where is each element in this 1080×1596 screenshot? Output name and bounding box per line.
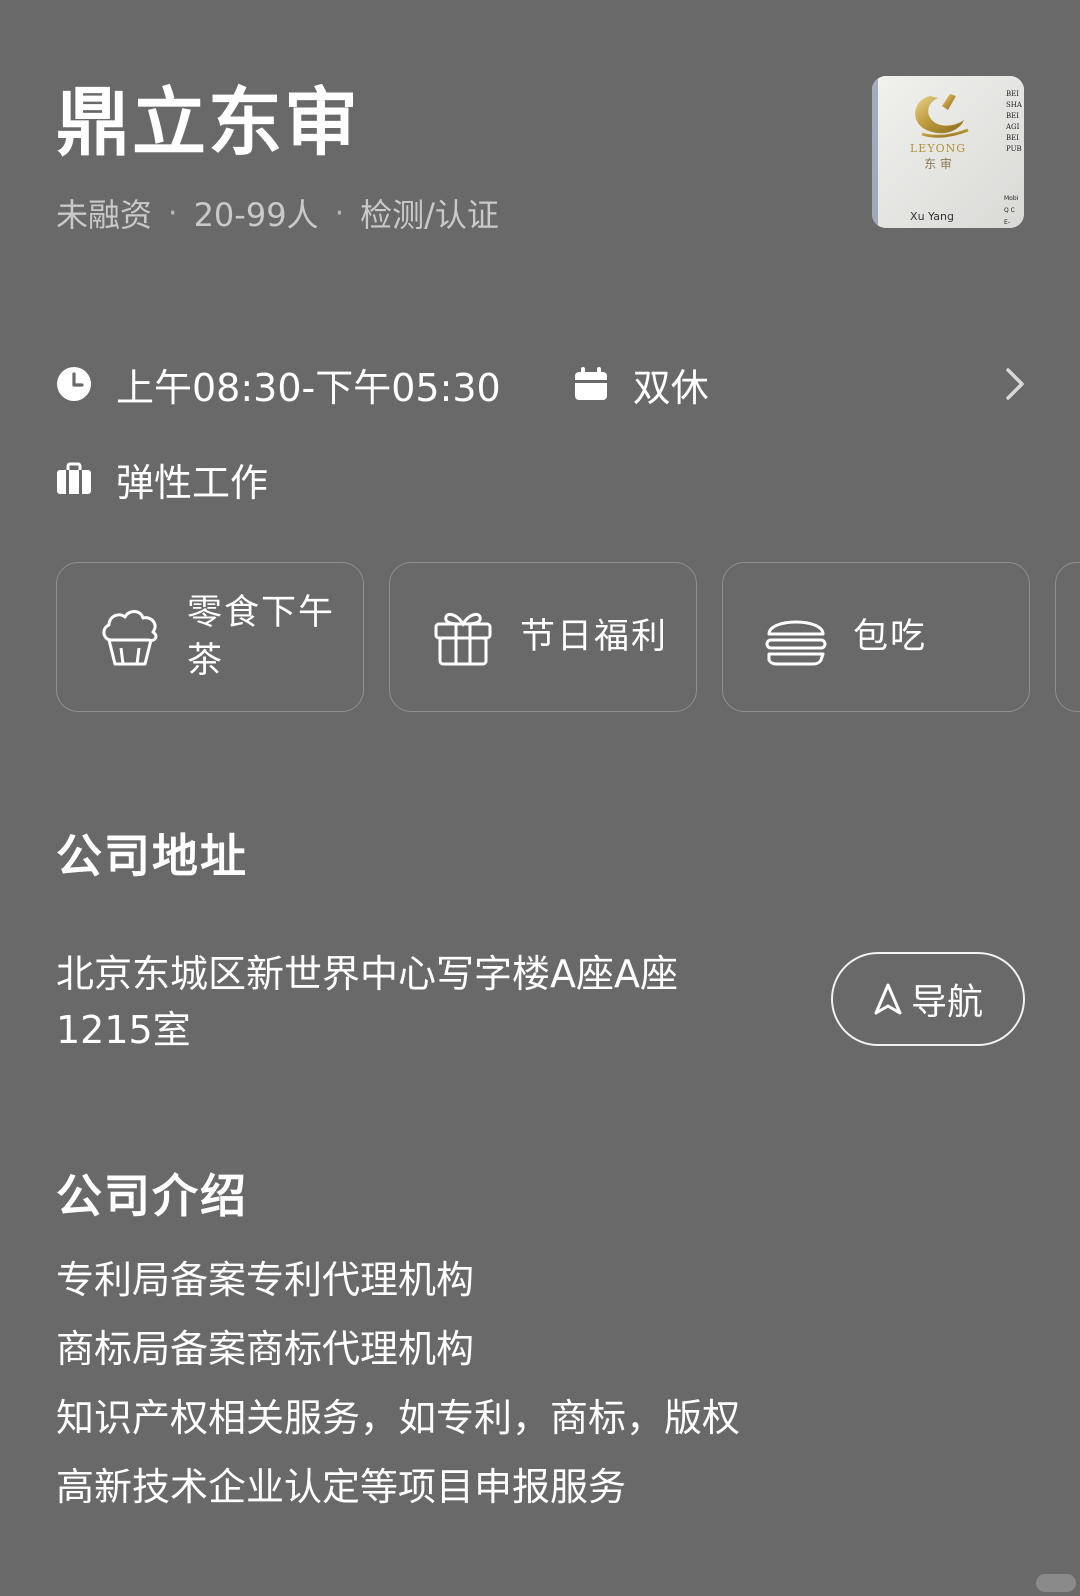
logo-side-line: AGI bbox=[1005, 123, 1020, 131]
work-mode-row: 弹性工作 bbox=[56, 455, 268, 505]
business-card-image: LEYONG 东 审 Xu Yang BEI SHA BEI AGI BEI P… bbox=[872, 76, 1024, 228]
rest-days: 双休 bbox=[573, 357, 709, 412]
intro-text: 专利局备案专利代理机构 商标局备案商标代理机构 知识产权相关服务，如专利，商标，… bbox=[56, 1246, 1016, 1522]
chevron-right-icon[interactable] bbox=[1000, 366, 1030, 402]
watermark-badge bbox=[1036, 1574, 1076, 1592]
address-text: 北京东城区新世界中心写字楼A座A座1215室 bbox=[56, 952, 678, 1052]
gift-icon bbox=[434, 613, 492, 666]
company-size: 20-99人 bbox=[193, 196, 319, 234]
logo-side-line: SHA bbox=[1006, 101, 1023, 109]
logo-brand-text: LEYONG bbox=[910, 142, 966, 155]
navigate-button[interactable]: 导航 bbox=[831, 952, 1025, 1046]
welfare-card-meals[interactable]: 包吃 bbox=[722, 562, 1030, 712]
logo-side-line: BEI bbox=[1006, 112, 1019, 120]
separator-dot: · bbox=[334, 195, 345, 231]
company-industry: 检测/认证 bbox=[360, 196, 499, 234]
financing-status: 未融资 bbox=[56, 196, 153, 234]
company-meta: 未融资 · 20-99人 · 检测/认证 bbox=[56, 190, 499, 236]
welfare-card-holiday[interactable]: 节日福利 bbox=[389, 562, 697, 712]
work-hours-row[interactable]: 上午08:30-下午05:30 双休 bbox=[56, 360, 709, 410]
logo-small-line: E- bbox=[1004, 219, 1010, 226]
welfare-label: 零食下午茶 bbox=[187, 593, 336, 681]
intro-line: 高新技术企业认定等项目申报服务 bbox=[56, 1465, 627, 1509]
rest-days-text: 双休 bbox=[632, 365, 709, 410]
briefcase-icon bbox=[57, 462, 91, 494]
logo-person-name: Xu Yang bbox=[910, 210, 954, 223]
welfare-label: 节日福利 bbox=[520, 617, 669, 657]
intro-section-title: 公司介绍 bbox=[56, 1169, 248, 1223]
clock-icon bbox=[57, 367, 91, 401]
welfare-card-next[interactable] bbox=[1055, 562, 1080, 712]
logo-side-line: BEI bbox=[1006, 90, 1019, 98]
logo-side-line: PUB bbox=[1006, 145, 1022, 153]
welfare-list[interactable]: 零食下午茶 节日福利 包吃 bbox=[56, 562, 1080, 714]
company-detail-page: 鼎立东审 未融资 · 20-99人 · 检测/认证 LEYONG 东 审 Xu … bbox=[0, 0, 1080, 1596]
logo-small-line: Mobi bbox=[1004, 195, 1019, 202]
navigate-button-label: 导航 bbox=[910, 982, 983, 1023]
address-section-title: 公司地址 bbox=[56, 829, 248, 883]
separator-dot: · bbox=[168, 195, 178, 231]
logo-cn-text: 东 审 bbox=[924, 156, 952, 171]
burger-icon bbox=[765, 620, 827, 666]
work-hours-text: 上午08:30-下午05:30 bbox=[116, 365, 501, 410]
welfare-label: 包吃 bbox=[853, 617, 928, 657]
company-name: 鼎立东审 bbox=[56, 80, 360, 166]
intro-line: 商标局备案商标代理机构 bbox=[56, 1327, 475, 1371]
intro-line: 专利局备案专利代理机构 bbox=[56, 1258, 475, 1302]
navigation-arrow-icon bbox=[874, 983, 902, 1015]
calendar-icon bbox=[574, 367, 607, 400]
work-mode-text: 弹性工作 bbox=[116, 460, 269, 505]
logo-small-line: Q C bbox=[1004, 207, 1015, 214]
logo-side-line: BEI bbox=[1006, 134, 1019, 142]
company-logo[interactable]: LEYONG 东 审 Xu Yang BEI SHA BEI AGI BEI P… bbox=[872, 76, 1024, 228]
intro-line: 知识产权相关服务，如专利，商标，版权 bbox=[56, 1396, 741, 1440]
welfare-card-snacks[interactable]: 零食下午茶 bbox=[56, 562, 364, 712]
cupcake-icon bbox=[102, 610, 158, 666]
